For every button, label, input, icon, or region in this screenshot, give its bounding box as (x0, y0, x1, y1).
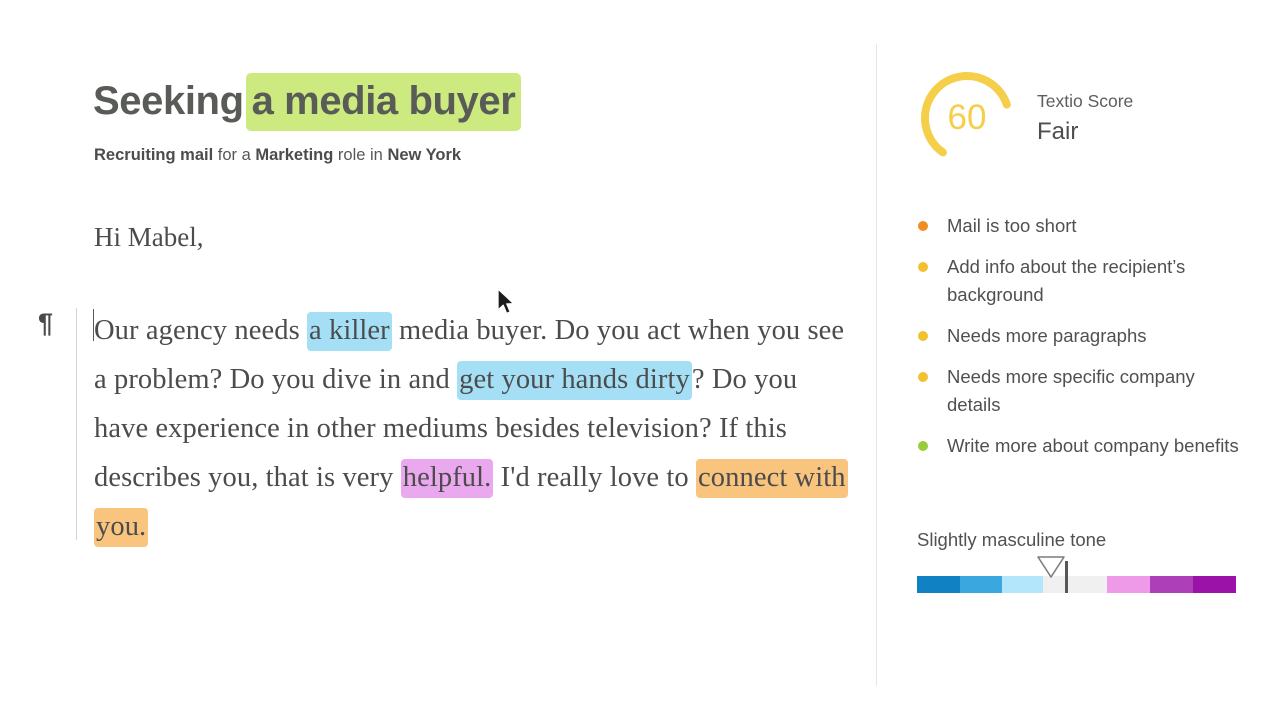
suggestion-item[interactable]: Add info about the recipient’s backgroun… (917, 253, 1247, 309)
score-value: 60 (947, 98, 987, 137)
suggestion-severity-dot (918, 441, 928, 451)
suggestion-label: Needs more paragraphs (947, 325, 1147, 346)
tone-segment (1106, 576, 1150, 594)
suggestion-label: Mail is too short (947, 215, 1077, 236)
tone-marker-tick (1064, 561, 1068, 594)
score-caption: Textio Score (1037, 91, 1134, 111)
subtitle-location: New York (387, 146, 462, 164)
suggestion-item[interactable]: Needs more specific company details (917, 363, 1247, 419)
suggestion-item[interactable]: Write more about company benefits (917, 432, 1247, 460)
suggestion-item[interactable]: Mail is too short (917, 212, 1247, 240)
score-rating: Fair (1037, 118, 1079, 146)
subtitle-doc-type: Recruiting mail (94, 146, 214, 164)
highlight-get-your-hands-dirty[interactable]: get your hands dirty (457, 361, 692, 400)
suggestion-item[interactable]: Needs more paragraphs (917, 322, 1247, 350)
tone-marker-icon (1037, 556, 1065, 578)
email-body-text[interactable]: Our agency needs a killer media buyer. D… (94, 306, 854, 551)
subtitle-connector-1: for a (213, 146, 256, 164)
tone-segment (1192, 576, 1236, 594)
suggestion-label: Needs more specific company details (947, 366, 1195, 415)
tone-meter[interactable] (917, 556, 1236, 594)
suggestion-list: Mail is too short Add info about the reci… (917, 212, 1247, 473)
paragraph-block[interactable]: ¶ Our agency needs a killer media buyer.… (38, 306, 854, 551)
page-title-plain: Seeking (93, 79, 244, 123)
tone-section: Slightly masculine tone (917, 528, 1247, 594)
subtitle-connector-2: role in (333, 146, 388, 164)
page-title-highlight: a media buyer (245, 73, 522, 131)
paragraph-rule (76, 308, 77, 540)
tone-segment (917, 576, 961, 594)
suggestion-severity-dot (918, 221, 928, 231)
score-pane: 60 Textio Score Fair Mail is too short Ad… (877, 0, 1280, 720)
suggestion-label: Write more about company benefits (947, 435, 1239, 456)
suggestion-label: Add info about the recipient’s backgroun… (947, 256, 1186, 305)
suggestion-severity-dot (918, 262, 928, 272)
highlight-helpful[interactable]: helpful. (400, 459, 494, 498)
text-caret (93, 309, 94, 341)
suggestion-severity-dot (918, 331, 928, 341)
tone-segment (1149, 576, 1193, 594)
email-greeting[interactable]: Hi Mabel, (94, 222, 203, 253)
pilcrow-icon: ¶ (38, 308, 54, 338)
score-label-block: Textio Score Fair (1037, 88, 1133, 147)
tone-segment (960, 576, 1002, 594)
editor-pane: Seeking a media buyer Recruiting mail for… (0, 0, 876, 720)
subtitle-role-category: Marketing (255, 146, 334, 164)
page-title: Seeking a media buyer (93, 73, 522, 131)
tone-label: Slightly masculine tone (917, 529, 1107, 550)
highlight-a-killer[interactable]: a killer (307, 312, 392, 351)
suggestion-severity-dot (918, 372, 928, 382)
body-segment-4: I'd really love to (493, 462, 697, 493)
body-segment-1: Our agency needs (94, 315, 307, 346)
textio-score-donut: 60 (917, 68, 1017, 168)
document-subtitle: Recruiting mail for a Marketing role in … (94, 145, 461, 166)
